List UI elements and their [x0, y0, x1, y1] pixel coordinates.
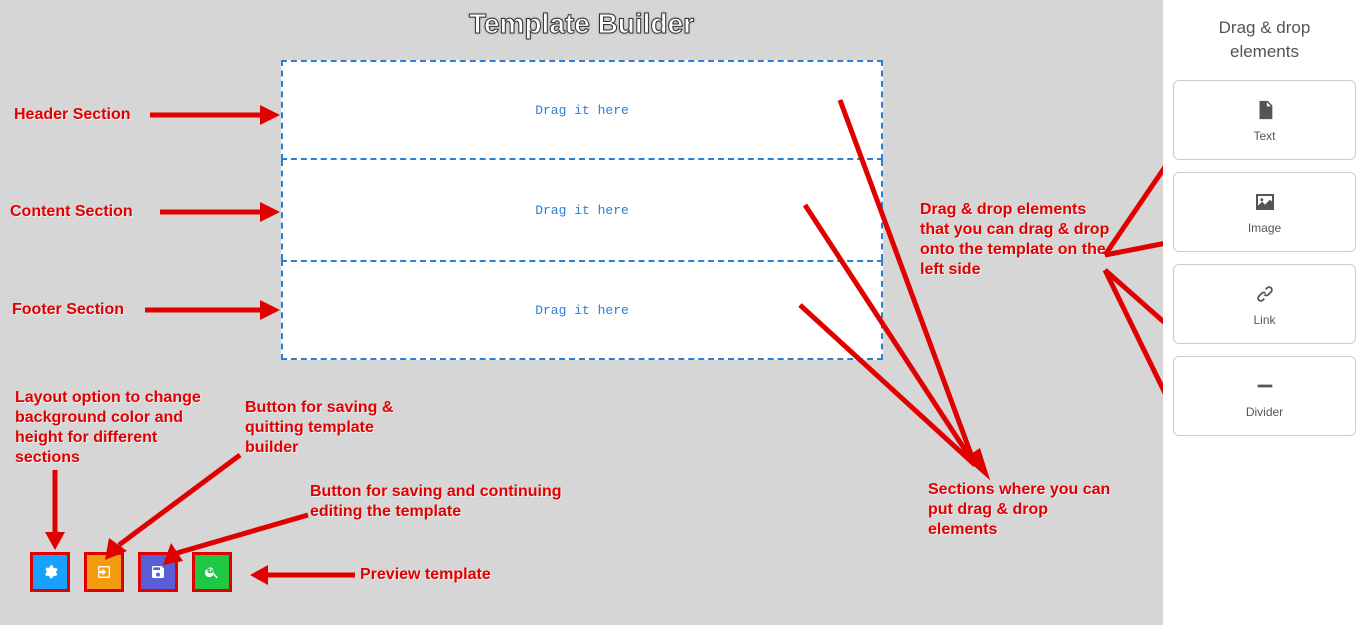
template-canvas: Drag it here Drag it here Drag it here — [281, 60, 883, 360]
gear-icon — [42, 564, 58, 580]
exit-icon — [96, 564, 112, 580]
annotation-preview: Preview template — [360, 565, 491, 585]
arrow-preview — [250, 560, 355, 590]
annotation-savecont: Button for saving and continuing editing… — [310, 482, 610, 522]
zoom-icon — [204, 564, 220, 580]
annotation-savequit: Button for saving & quitting template bu… — [245, 398, 425, 458]
page-title: Template Builder — [0, 8, 1163, 40]
palette-divider-element[interactable]: Divider — [1173, 356, 1356, 436]
layout-settings-button[interactable] — [30, 552, 70, 592]
divider-icon — [1252, 373, 1278, 399]
preview-button[interactable] — [192, 552, 232, 592]
save-continue-button[interactable] — [138, 552, 178, 592]
header-drop-zone[interactable]: Drag it here — [281, 60, 883, 160]
annotation-layout: Layout option to change background color… — [15, 388, 210, 468]
palette-label: Text — [1253, 129, 1275, 143]
document-icon — [1252, 97, 1278, 123]
palette-label: Image — [1248, 221, 1281, 235]
annotation-content: Content Section — [10, 202, 133, 222]
content-drop-zone[interactable]: Drag it here — [281, 160, 883, 260]
save-quit-button[interactable] — [84, 552, 124, 592]
arrow-layout — [40, 470, 70, 550]
annotation-header: Header Section — [14, 105, 130, 125]
elements-palette: Drag & drop elements Text Image Link Div… — [1163, 0, 1366, 625]
link-icon — [1252, 281, 1278, 307]
palette-text-element[interactable]: Text — [1173, 80, 1356, 160]
palette-image-element[interactable]: Image — [1173, 172, 1356, 252]
toolbar — [30, 552, 232, 592]
palette-label: Divider — [1246, 405, 1283, 419]
footer-drop-zone[interactable]: Drag it here — [281, 260, 883, 360]
arrow-header — [150, 100, 280, 130]
annotation-footer: Footer Section — [12, 300, 124, 320]
arrow-footer — [145, 295, 280, 325]
palette-label: Link — [1253, 313, 1275, 327]
palette-title: Drag & drop elements — [1173, 10, 1356, 80]
annotation-sections-desc: Sections where you can put drag & drop e… — [928, 480, 1118, 540]
image-icon — [1252, 189, 1278, 215]
arrow-content — [160, 197, 280, 227]
annotation-dd-desc: Drag & drop elements that you can drag &… — [920, 200, 1110, 280]
palette-link-element[interactable]: Link — [1173, 264, 1356, 344]
save-icon — [150, 564, 166, 580]
